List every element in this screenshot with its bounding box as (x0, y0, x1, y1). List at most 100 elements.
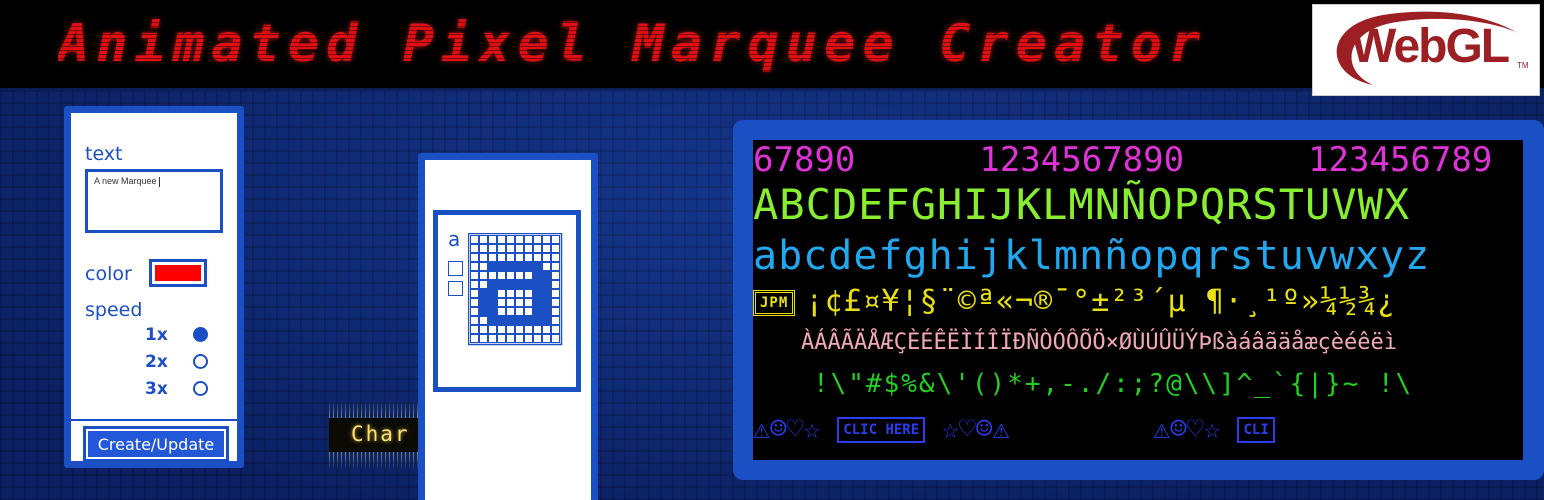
glyph-pixel[interactable] (524, 307, 533, 316)
radio-selected-icon[interactable] (193, 327, 208, 342)
glyph-pixel[interactable] (479, 298, 488, 307)
glyph-pixel[interactable] (524, 280, 533, 289)
glyph-pixel[interactable] (524, 289, 533, 298)
glyph-pixel[interactable] (470, 235, 479, 244)
glyph-pixel[interactable] (506, 316, 515, 325)
glyph-pixel[interactable] (533, 244, 542, 253)
glyph-pixel[interactable] (506, 325, 515, 334)
glyph-pixel[interactable] (551, 325, 560, 334)
glyph-pixel[interactable] (470, 289, 479, 298)
glyph-pixel[interactable] (497, 316, 506, 325)
glyph-pixel[interactable] (497, 298, 506, 307)
glyph-pixel[interactable] (551, 316, 560, 325)
glyph-pixel[interactable] (515, 253, 524, 262)
glyph-pixel[interactable] (497, 244, 506, 253)
radio-unselected-icon[interactable] (193, 381, 208, 396)
option-checkbox[interactable] (448, 261, 463, 276)
glyph-pixel[interactable] (470, 244, 479, 253)
glyph-pixel[interactable] (551, 334, 560, 343)
glyph-pixel[interactable] (551, 262, 560, 271)
glyph-pixel[interactable] (470, 316, 479, 325)
glyph-pixel[interactable] (479, 262, 488, 271)
glyph-pixel[interactable] (506, 253, 515, 262)
speed-option-2x[interactable]: 2x (145, 352, 209, 374)
glyph-pixel[interactable] (515, 280, 524, 289)
glyph-pixel[interactable] (533, 271, 542, 280)
glyph-pixel[interactable] (497, 253, 506, 262)
glyph-pixel[interactable] (542, 253, 551, 262)
glyph-pixel[interactable] (524, 271, 533, 280)
glyph-pixel[interactable] (551, 271, 560, 280)
glyph-pixel[interactable] (542, 298, 551, 307)
glyph-pixel[interactable] (551, 253, 560, 262)
glyph-pixel[interactable] (506, 244, 515, 253)
speed-option-3x[interactable]: 3x (145, 379, 209, 401)
glyph-pixel[interactable] (542, 316, 551, 325)
glyph-pixel[interactable] (497, 235, 506, 244)
glyph-pixel[interactable] (488, 280, 497, 289)
glyph-pixel[interactable] (515, 307, 524, 316)
glyph-pixel[interactable] (533, 325, 542, 334)
glyph-pixel[interactable] (479, 253, 488, 262)
glyph-pixel[interactable] (497, 334, 506, 343)
glyph-pixel[interactable] (533, 280, 542, 289)
glyph-pixel[interactable] (497, 289, 506, 298)
glyph-pixel[interactable] (524, 334, 533, 343)
glyph-pixel[interactable] (533, 334, 542, 343)
glyph-pixel[interactable] (524, 316, 533, 325)
glyph-pixel[interactable] (524, 325, 533, 334)
glyph-pixel[interactable] (506, 289, 515, 298)
glyph-pixel[interactable] (488, 334, 497, 343)
glyph-pixel[interactable] (470, 262, 479, 271)
glyph-pixel[interactable] (542, 307, 551, 316)
glyph-pixel[interactable] (506, 280, 515, 289)
glyph-pixel[interactable] (488, 325, 497, 334)
glyph-pixel[interactable] (470, 325, 479, 334)
glyph-pixel[interactable] (524, 262, 533, 271)
glyph-pixel[interactable] (542, 325, 551, 334)
glyph-pixel[interactable] (497, 271, 506, 280)
glyph-pixel[interactable] (470, 280, 479, 289)
glyph-pixel[interactable] (533, 262, 542, 271)
glyph-pixel[interactable] (515, 262, 524, 271)
glyph-pixel[interactable] (506, 307, 515, 316)
glyph-pixel[interactable] (524, 235, 533, 244)
glyph-pixel[interactable] (479, 289, 488, 298)
glyph-pixel[interactable] (506, 235, 515, 244)
glyph-pixel[interactable] (515, 289, 524, 298)
glyph-pixel[interactable] (479, 307, 488, 316)
glyph-pixel[interactable] (488, 235, 497, 244)
glyph-pixel[interactable] (533, 253, 542, 262)
glyph-pixel[interactable] (488, 298, 497, 307)
glyph-pixel[interactable] (488, 289, 497, 298)
glyph-pixel[interactable] (551, 289, 560, 298)
glyph-pixel[interactable] (524, 244, 533, 253)
glyph-pixel[interactable] (542, 244, 551, 253)
glyph-pixel[interactable] (515, 298, 524, 307)
glyph-pixel[interactable] (488, 307, 497, 316)
glyph-pixel[interactable] (533, 298, 542, 307)
glyph-pixel[interactable] (515, 244, 524, 253)
glyph-pixel[interactable] (470, 271, 479, 280)
glyph-pixel[interactable] (470, 307, 479, 316)
speed-option-1x[interactable]: 1x (145, 325, 209, 347)
glyph-pixel[interactable] (479, 316, 488, 325)
glyph-pixel[interactable] (488, 271, 497, 280)
glyph-pixel[interactable] (497, 280, 506, 289)
glyph-pixel[interactable] (551, 244, 560, 253)
glyph-pixel-grid[interactable] (468, 233, 566, 373)
glyph-pixel[interactable] (542, 235, 551, 244)
glyph-pixel[interactable] (515, 235, 524, 244)
glyph-pixel[interactable] (542, 334, 551, 343)
glyph-pixel[interactable] (542, 280, 551, 289)
glyph-pixel[interactable] (524, 253, 533, 262)
create-update-button[interactable]: Create/Update (83, 426, 229, 462)
glyph-pixel[interactable] (515, 334, 524, 343)
glyph-pixel[interactable] (533, 289, 542, 298)
glyph-pixel[interactable] (470, 253, 479, 262)
glyph-pixel[interactable] (479, 235, 488, 244)
glyph-pixel[interactable] (551, 298, 560, 307)
option-checkbox[interactable] (448, 281, 463, 296)
glyph-pixel[interactable] (479, 244, 488, 253)
marquee-text-input[interactable]: A new Marquee (85, 169, 223, 233)
